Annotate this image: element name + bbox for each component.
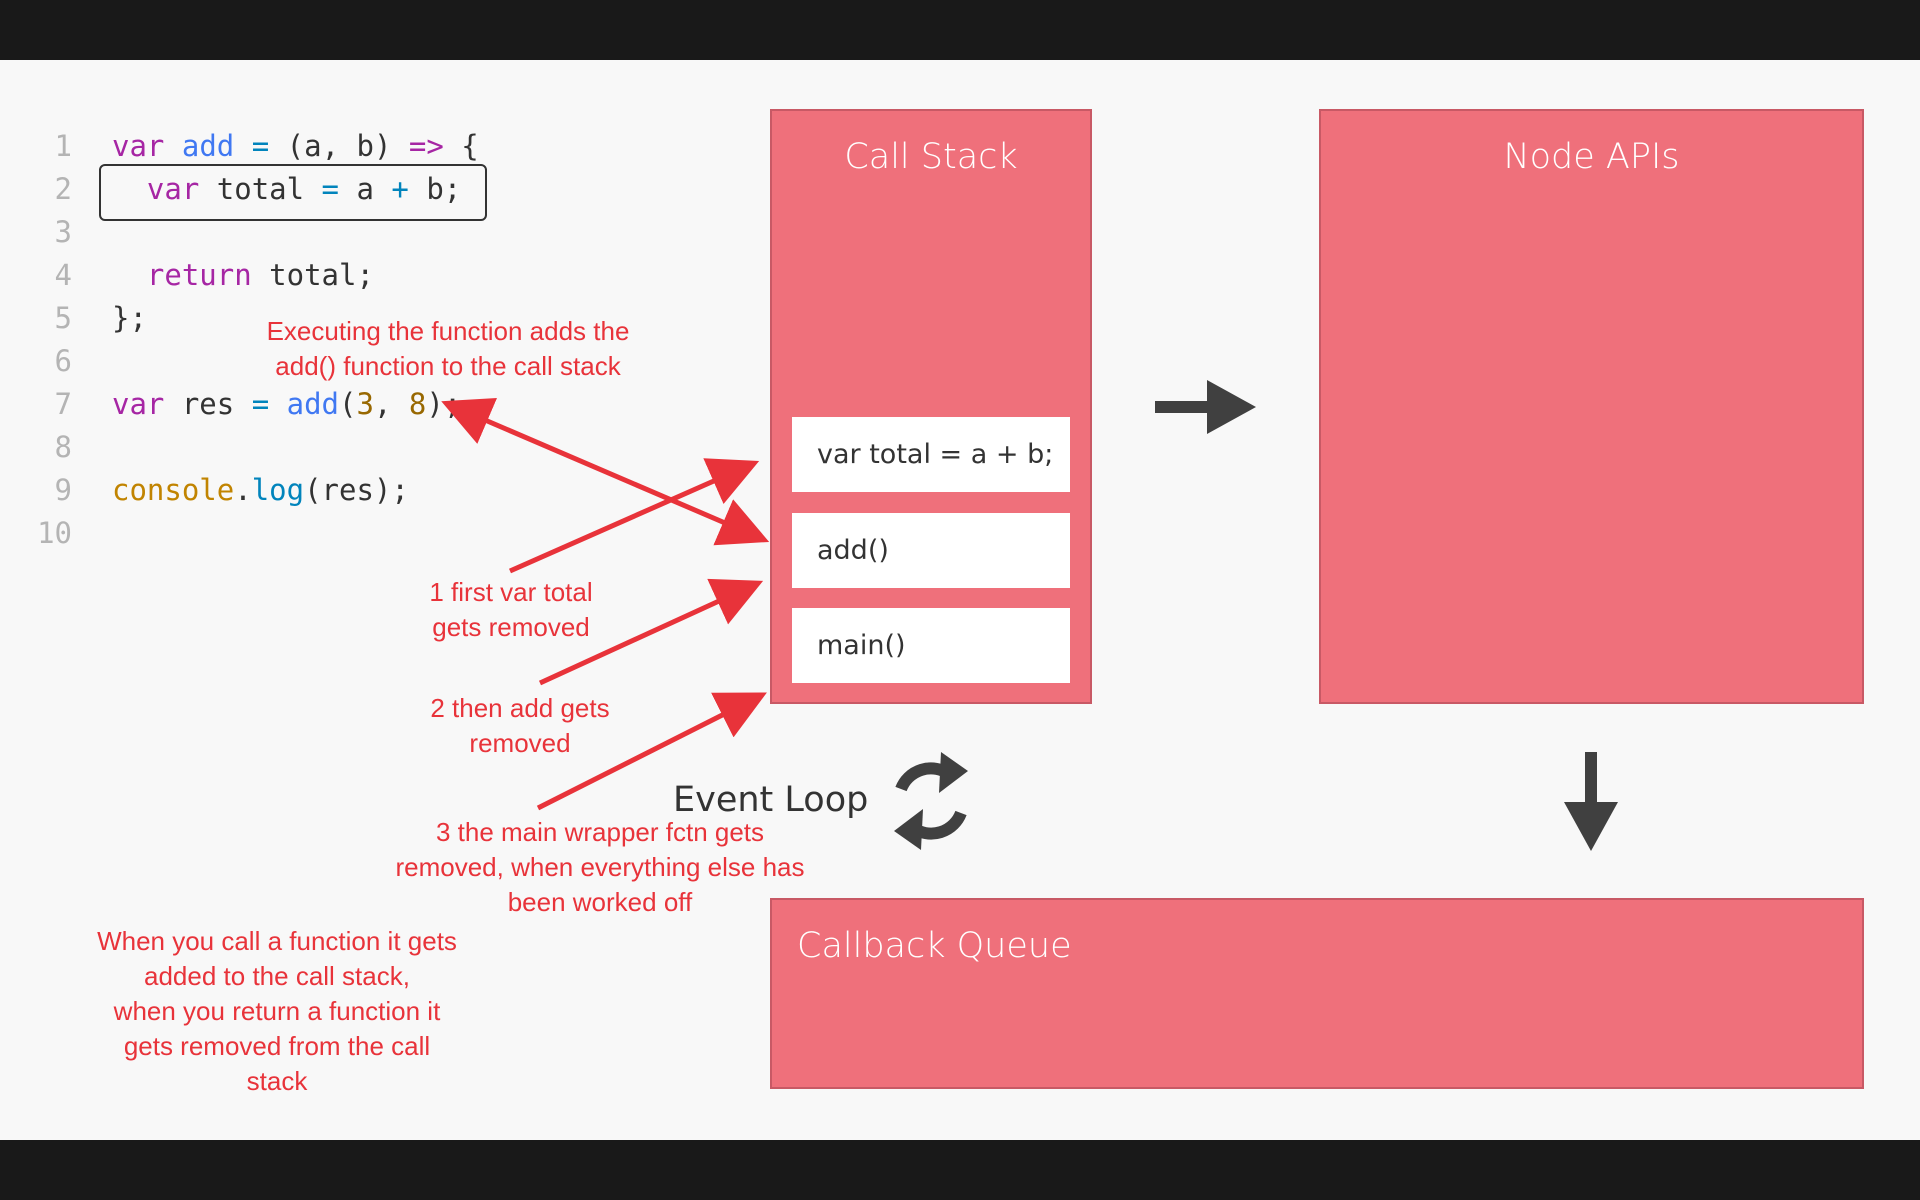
annotation-summary-line: when you return a function it	[113, 996, 441, 1026]
annotation-executing: Executing the function adds the add() fu…	[228, 314, 668, 384]
annotation-step2-line: removed	[469, 728, 571, 758]
annotation-step3: 3 the main wrapper fctn gets removed, wh…	[360, 815, 840, 920]
arrow-right-icon	[1155, 380, 1256, 434]
annotation-step1-line: 1 first var total	[429, 577, 593, 607]
annotation-step3-line: removed, when everything else has	[395, 852, 805, 882]
annotation-summary-line: When you call a function it gets	[97, 926, 457, 956]
annotation-summary-line: added to the call stack,	[144, 961, 410, 991]
refresh-icon	[894, 752, 968, 850]
annotation-summary-line: gets removed from the call	[123, 1031, 431, 1061]
annotation-summary: When you call a function it gets added t…	[57, 924, 497, 1099]
annotation-step3-line: 3 the main wrapper fctn gets	[435, 817, 765, 847]
annotation-step3-line: been worked off	[507, 887, 693, 917]
annotation-step1-line: gets removed	[432, 612, 590, 642]
annotation-executing-line: Executing the function adds the	[266, 316, 630, 346]
annotation-step2-line: 2 then add gets	[430, 693, 610, 723]
annotation-summary-line: stack	[246, 1066, 308, 1096]
annotation-step1: 1 first var total gets removed	[391, 575, 631, 645]
annotation-executing-line: add() function to the call stack	[275, 351, 621, 381]
annotation-step2: 2 then add gets removed	[400, 691, 640, 761]
arrow-down-icon	[1564, 752, 1618, 851]
